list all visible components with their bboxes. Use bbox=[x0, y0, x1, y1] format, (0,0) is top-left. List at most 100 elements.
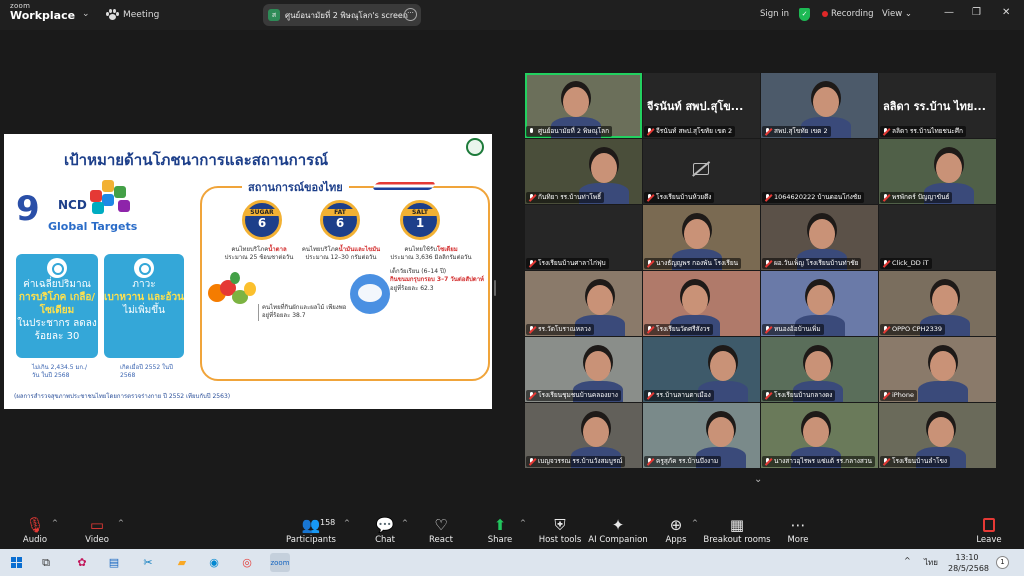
close-icon[interactable]: ✕ bbox=[1002, 7, 1010, 18]
participant-tile[interactable]: Click_DD iT bbox=[879, 205, 996, 270]
chat-label: Chat bbox=[375, 535, 395, 545]
edge-browser-icon[interactable]: ◉ bbox=[204, 553, 224, 572]
salt-text-a: คนไทยใช้รับ bbox=[404, 246, 437, 253]
video-options-caret-icon[interactable]: ^ bbox=[118, 519, 124, 527]
security-shield-icon[interactable]: ✓ bbox=[799, 8, 810, 21]
ncd-nine: 9 bbox=[16, 189, 40, 229]
audio-options-caret-icon[interactable]: ^ bbox=[52, 519, 58, 527]
participant-name-tag: รร.บ้านลานตาเมือง bbox=[644, 390, 714, 401]
participant-tile[interactable]: โรงเรียนบ้านศาลาไก่ฟุบ bbox=[525, 205, 642, 270]
task-view-icon[interactable]: ⧉ bbox=[36, 553, 56, 572]
leave-button[interactable]: Leave bbox=[954, 515, 1024, 545]
participant-tile[interactable]: โรงเรียนบ้านกลางดง bbox=[761, 337, 878, 402]
fat-text-b: ประมาณ 12–30 กรัมต่อวัน bbox=[305, 254, 377, 262]
participant-tile[interactable]: iPhone bbox=[879, 337, 996, 402]
participant-name: เบญจวรรณ รร.บ้านวังสมบูรณ์ bbox=[538, 457, 623, 465]
participant-tile[interactable]: 1064620222 บ้านดอนโก่งชัย bbox=[761, 139, 878, 204]
participant-tile[interactable]: OPPO CPH2339 bbox=[879, 271, 996, 336]
participant-name-tag: ผอ.วันเพ็ญ โรงเรียนบ้านท่าชัย bbox=[762, 258, 862, 269]
participant-name-tag: นางสาวอุไรพร แซ่แต้ รร.กลางสวน bbox=[762, 456, 875, 467]
zoom-workplace-logo: zoom Workplace bbox=[10, 3, 75, 22]
mic-muted-icon bbox=[882, 194, 889, 201]
app-menu-chevron-icon[interactable]: ⌄ bbox=[82, 9, 90, 19]
mic-muted-icon bbox=[646, 458, 653, 465]
snipping-tool-icon[interactable]: ✂ bbox=[138, 553, 158, 572]
mic-muted-icon bbox=[528, 392, 535, 399]
sign-in-link[interactable]: Sign in bbox=[760, 9, 789, 19]
participant-tile[interactable]: โรงเรียนชุมชนบ้านคลองยาง bbox=[525, 337, 642, 402]
participant-name: โรงเรียนบ้านศาลาไก่ฟุบ bbox=[538, 259, 606, 267]
participant-name: รร.บ้านลานตาเมือง bbox=[656, 391, 711, 399]
participant-tile[interactable]: โรงเรียนบ้านห้วยตึง bbox=[643, 139, 760, 204]
mic-muted-icon bbox=[528, 260, 535, 267]
audio-button[interactable]: 🎙 Audio bbox=[0, 515, 70, 545]
participant-tile[interactable]: รร.วัดโบราณหลวง bbox=[525, 271, 642, 336]
kids-snack-text: เด็กวัยเรียน (6–14 ปี) กินขนมกรุบกรอบ 3–… bbox=[390, 268, 488, 293]
thai-flag-swoosh-icon bbox=[371, 182, 437, 190]
mic-muted-icon bbox=[764, 128, 771, 135]
participant-tile[interactable]: นางสาวอุไรพร แซ่แต้ รร.กลางสวน bbox=[761, 403, 878, 468]
salt-label: SALT bbox=[403, 209, 437, 216]
participants-icon: 👥 bbox=[301, 516, 321, 534]
tray-overflow-icon[interactable]: ^ bbox=[904, 556, 911, 565]
mic-muted-icon bbox=[646, 326, 653, 333]
participant-tile[interactable]: จีรนันท์ สพป.สุโข... จีรนันท์ สพป.สุโขทัย… bbox=[643, 73, 760, 138]
input-language[interactable]: ไทย bbox=[924, 556, 938, 569]
participant-tile[interactable]: ลลิดา รร.บ้าน ไทย... ลลิดา รร.บ้านไทยชนะศ… bbox=[879, 73, 996, 138]
view-button[interactable]: View ⌄ bbox=[882, 9, 912, 19]
share-options-icon[interactable]: ··· bbox=[404, 8, 417, 21]
participant-name-tag: iPhone bbox=[880, 390, 917, 401]
zoom-window: zoom Workplace ⌄ Meeting ส ศูนย์อนามัยที… bbox=[0, 0, 1024, 576]
screen-share-indicator[interactable]: ส ศูนย์อนามัยที่ 2 พิษณุโลก's screen ··· bbox=[263, 4, 421, 26]
camera-off-icon bbox=[693, 163, 709, 175]
participant-name: หนองอ้อบ้านเพิ่ม bbox=[774, 325, 821, 333]
meeting-menu[interactable]: Meeting bbox=[106, 9, 159, 20]
target-card-salt: ค่าเฉลี่ยปริมาณ การบริโภค เกลือ/โซเดียม … bbox=[16, 254, 98, 358]
mic-muted-icon bbox=[764, 260, 771, 267]
participants-caret-icon[interactable]: ^ bbox=[344, 519, 350, 527]
participant-tile[interactable]: โรงเรียนวัดศรีสังวร bbox=[643, 271, 760, 336]
recording-indicator[interactable]: Recording bbox=[822, 9, 874, 19]
participant-tile[interactable]: ครูสุภัค รร.บ้านบึงงาม bbox=[643, 403, 760, 468]
participant-tile[interactable]: สพป.สุโขทัย เขต 2 bbox=[761, 73, 878, 138]
ncd-label: NCD bbox=[58, 198, 87, 212]
participant-tile[interactable]: พรพักตร์ ปัญญาขันธ์ bbox=[879, 139, 996, 204]
kids-text-b: อยู่ที่ร้อยละ 62.3 bbox=[390, 284, 434, 292]
clock-time: 13:10 bbox=[955, 553, 979, 562]
participant-tile[interactable]: โรงเรียนบ้านลำโขง bbox=[879, 403, 996, 468]
participant-tile[interactable]: นางธัญญพร กองพัน โรงเรียน bbox=[643, 205, 760, 270]
participant-name-tag: โรงเรียนบ้านห้วยตึง bbox=[644, 192, 715, 203]
participant-name-tag: ลลิดา รร.บ้านไทยชนะศึก bbox=[880, 126, 966, 137]
mic-muted-icon bbox=[646, 392, 653, 399]
notification-badge[interactable]: 1 bbox=[996, 556, 1009, 569]
restore-icon[interactable]: ❐ bbox=[972, 7, 981, 18]
participant-tile[interactable]: ศูนย์อนามัยที่ 2 พิษณุโลก bbox=[525, 73, 642, 138]
participant-tile[interactable]: หนองอ้อบ้านเพิ่ม bbox=[761, 271, 878, 336]
fat-label: FAT bbox=[323, 209, 357, 216]
gallery-next-page-icon[interactable]: ⌄ bbox=[754, 474, 762, 485]
zoom-taskbar-icon[interactable]: zoom bbox=[270, 553, 290, 572]
participant-tile[interactable]: รร.บ้านลานตาเมือง bbox=[643, 337, 760, 402]
calculator-icon[interactable]: ▤ bbox=[104, 553, 124, 572]
video-label: Video bbox=[85, 535, 109, 545]
windows-taskbar: ⧉ ✿ ▤ ✂ ▰ ◉ ◎ zoom ^ ไทย 13:10 28/5/2568… bbox=[0, 549, 1024, 576]
leave-door-icon bbox=[954, 515, 1024, 535]
split-view-resize-handle[interactable] bbox=[494, 280, 496, 296]
mic-muted-icon bbox=[528, 326, 535, 333]
chrome-browser-icon[interactable]: ◎ bbox=[237, 553, 257, 572]
file-explorer-icon[interactable]: ▰ bbox=[172, 553, 192, 572]
participants-count: 158 bbox=[320, 518, 336, 527]
participants-button[interactable]: 👥 Participants bbox=[276, 515, 346, 545]
participant-name-tag: ครูสุภัค รร.บ้านบึงงาม bbox=[644, 456, 722, 467]
participant-name-tag: โรงเรียนบ้านศาลาไก่ฟุบ bbox=[526, 258, 609, 269]
windows-start-icon[interactable] bbox=[6, 553, 26, 572]
participant-tile[interactable]: กันทิยา รร.บ้านท่าโพธิ์ bbox=[525, 139, 642, 204]
apps-label: Apps bbox=[665, 535, 687, 545]
participant-tile[interactable]: ผอ.วันเพ็ญ โรงเรียนบ้านท่าชัย bbox=[761, 205, 878, 270]
participant-name: ครูสุภัค รร.บ้านบึงงาม bbox=[656, 457, 719, 465]
more-button[interactable]: ⋯ More bbox=[763, 515, 833, 545]
participant-tile[interactable]: เบญจวรรณ รร.บ้านวังสมบูรณ์ bbox=[525, 403, 642, 468]
system-clock[interactable]: 13:10 28/5/2568 bbox=[948, 552, 989, 574]
minimize-icon[interactable]: — bbox=[944, 7, 954, 18]
copilot-icon[interactable]: ✿ bbox=[72, 553, 92, 572]
